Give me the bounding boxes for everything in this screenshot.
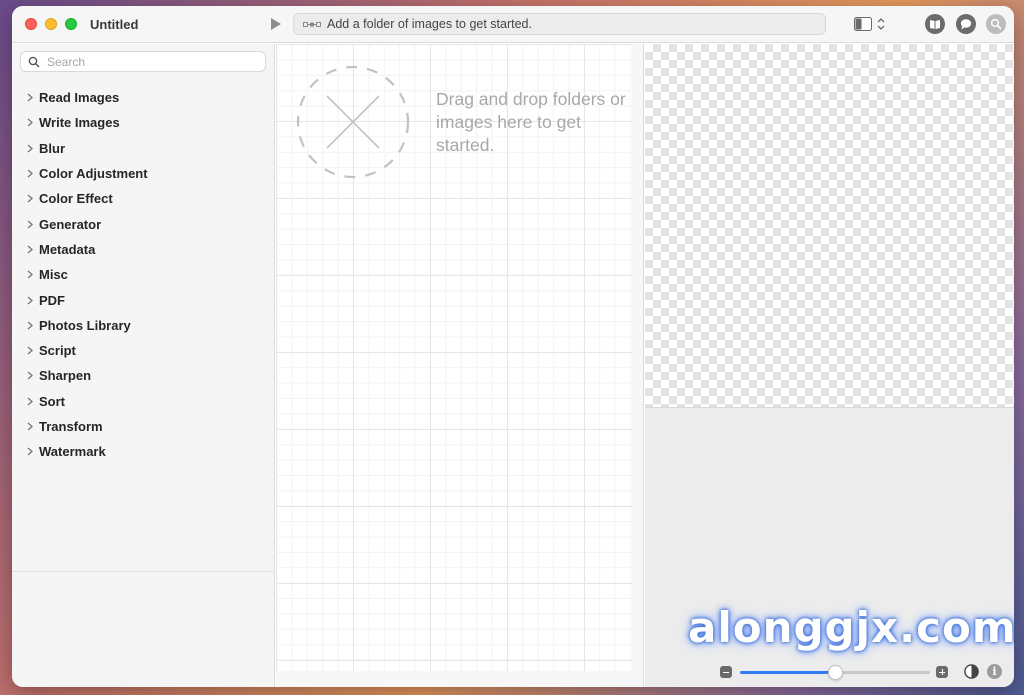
sidebar-item-sharpen[interactable]: Sharpen	[12, 363, 274, 388]
sidebar-item-pdf[interactable]: PDF	[12, 287, 274, 312]
category-list: Read Images Write Images Blur Color Adju…	[12, 85, 274, 464]
zoom-slider-fill	[740, 671, 835, 674]
book-button[interactable]	[925, 14, 945, 34]
chevron-right-icon	[27, 270, 33, 279]
status-bar[interactable]: Add a folder of images to get started.	[293, 13, 826, 35]
chevron-right-icon	[27, 397, 33, 406]
chevron-right-icon	[27, 194, 33, 203]
minimize-window-button[interactable]	[45, 18, 57, 30]
sidebar-divider	[12, 571, 274, 572]
sidebar-item-label: Color Adjustment	[39, 166, 148, 182]
chevron-right-icon	[27, 371, 33, 380]
workflow-icon	[303, 22, 321, 27]
sidebar-item-label: Sharpen	[39, 368, 92, 384]
sidebar: Read Images Write Images Blur Color Adju…	[12, 44, 275, 687]
sidebar-item-script[interactable]: Script	[12, 338, 274, 363]
search-input[interactable]	[47, 54, 257, 69]
chevron-right-icon	[27, 245, 33, 254]
chevron-right-icon	[27, 144, 33, 153]
zoom-out-button[interactable]	[720, 666, 732, 678]
search-button[interactable]	[986, 14, 1006, 34]
status-message: Add a folder of images to get started.	[327, 17, 532, 31]
sidebar-item-generator[interactable]: Generator	[12, 211, 274, 236]
search-icon	[990, 18, 1002, 30]
sidebar-item-color-effect[interactable]: Color Effect	[12, 186, 274, 211]
sidebar-item-label: Read Images	[39, 90, 120, 106]
book-icon	[930, 20, 940, 29]
sidebar-item-label: Misc	[39, 267, 68, 283]
sidebar-item-label: Sort	[39, 393, 65, 409]
maximize-window-button[interactable]	[65, 18, 77, 30]
sidebar-item-label: Photos Library	[39, 317, 131, 333]
chevron-right-icon	[27, 220, 33, 229]
drop-instructions: Drag and drop folders or images here to …	[436, 89, 626, 155]
search-icon	[28, 56, 40, 68]
chevron-right-icon	[27, 346, 33, 355]
chat-button[interactable]	[956, 14, 976, 34]
sidebar-item-metadata[interactable]: Metadata	[12, 237, 274, 262]
chevron-right-icon	[27, 118, 33, 127]
play-icon[interactable]	[270, 17, 282, 31]
chevron-right-icon	[27, 169, 33, 178]
sidebar-item-photos-library[interactable]: Photos Library	[12, 313, 274, 338]
sidebar-item-read-images[interactable]: Read Images	[12, 85, 274, 110]
sidebar-item-sort[interactable]: Sort	[12, 389, 274, 414]
chevron-right-icon	[27, 321, 33, 330]
sidebar-item-transform[interactable]: Transform	[12, 414, 274, 439]
sidebar-item-misc[interactable]: Misc	[12, 262, 274, 287]
sidebar-item-label: Generator	[39, 216, 102, 232]
sidebar-item-label: Script	[39, 343, 76, 359]
close-window-button[interactable]	[25, 18, 37, 30]
image-preview[interactable]	[645, 44, 1014, 408]
chevron-right-icon	[27, 296, 33, 305]
sidebar-item-color-adjustment[interactable]: Color Adjustment	[12, 161, 274, 186]
sidebar-item-label: Watermark	[39, 444, 106, 460]
sidebar-layout-icon[interactable]	[854, 16, 886, 32]
search-field[interactable]	[20, 51, 266, 72]
chevron-right-icon	[27, 447, 33, 456]
sidebar-item-label: Metadata	[39, 241, 96, 257]
sidebar-item-write-images[interactable]: Write Images	[12, 110, 274, 135]
sidebar-item-blur[interactable]: Blur	[12, 136, 274, 161]
canvas-footer	[276, 671, 632, 687]
chevron-right-icon	[27, 422, 33, 431]
title-bar: Untitled Add a folder of images to get s…	[12, 6, 1014, 43]
sidebar-item-label: PDF	[39, 292, 65, 308]
zoom-slider-thumb[interactable]	[827, 665, 843, 680]
sidebar-item-watermark[interactable]: Watermark	[12, 439, 274, 464]
sidebar-item-label: Color Effect	[39, 191, 113, 207]
window-title: Untitled	[90, 17, 139, 32]
app-window: Untitled Add a folder of images to get s…	[12, 6, 1014, 687]
zoom-in-button[interactable]	[936, 666, 948, 678]
chevron-right-icon	[27, 93, 33, 102]
sidebar-item-label: Write Images	[39, 115, 120, 131]
drop-target-icon	[296, 65, 410, 179]
chat-icon	[960, 19, 972, 30]
watermark-overlay: alonggjx.com	[688, 603, 1014, 652]
sidebar-item-label: Transform	[39, 419, 103, 434]
zoom-slider[interactable]	[740, 665, 930, 680]
sidebar-item-label: Blur	[39, 140, 65, 156]
